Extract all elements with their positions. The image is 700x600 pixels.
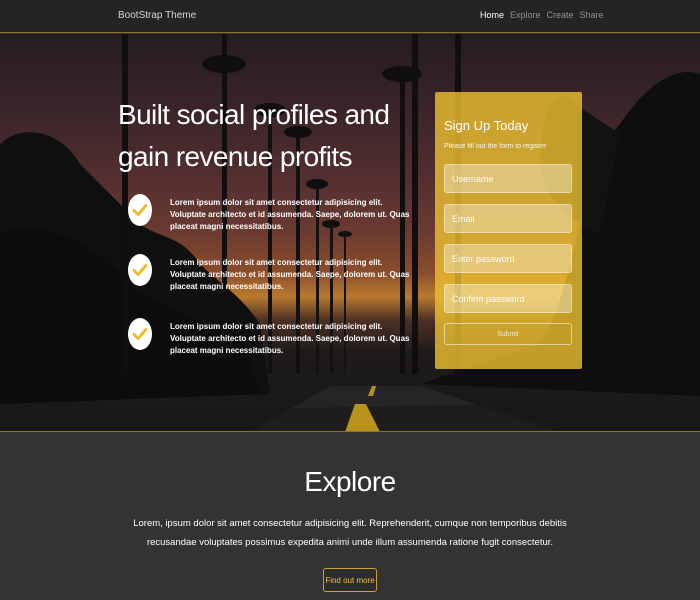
explore-title: Explore [304,466,396,497]
explore-text: Lorem, ipsum dolor sit amet consectetur … [133,518,567,548]
check-icon [128,318,152,350]
nav-link-create[interactable]: Create [547,10,574,20]
signup-card: Sign Up Today Please fill out the form t… [435,92,582,369]
feature-text: Lorem ipsum dolor sit amet consectetur a… [170,322,410,355]
signup-title: Sign Up Today [444,118,529,133]
submit-button[interactable]: Submit [444,323,572,345]
navbar: BootStrap Theme Home Explore Create Shar… [0,0,700,33]
nav-link-explore[interactable]: Explore [510,10,541,20]
check-icon [128,254,152,286]
feature-item: Lorem ipsum dolor sit amet consectetur a… [128,254,418,294]
brand-logo[interactable]: BootStrap Theme [118,10,196,21]
email-input[interactable] [444,204,572,233]
username-input[interactable] [444,164,572,193]
feature-item: Lorem ipsum dolor sit amet consectetur a… [128,318,418,358]
hero-section: Built social profiles and gain revenue p… [0,34,700,432]
confirm-password-input[interactable] [444,284,572,313]
hero-headline: Built social profiles and gain revenue p… [118,99,390,172]
nav-links: Home Explore Create Share [480,10,604,20]
nav-link-share[interactable]: Share [580,10,604,20]
find-out-more-button[interactable]: Find out more [323,568,377,592]
check-icon [128,194,152,226]
explore-section: Explore Lorem, ipsum dolor sit amet cons… [0,432,700,600]
feature-text: Lorem ipsum dolor sit amet consectetur a… [170,258,410,291]
nav-link-home[interactable]: Home [480,10,504,20]
signup-subtitle: Please fill out the form to register [444,143,547,150]
feature-text: Lorem ipsum dolor sit amet consectetur a… [170,198,410,231]
password-input[interactable] [444,244,572,273]
hero-divider [0,431,700,432]
feature-item: Lorem ipsum dolor sit amet consectetur a… [128,194,418,234]
